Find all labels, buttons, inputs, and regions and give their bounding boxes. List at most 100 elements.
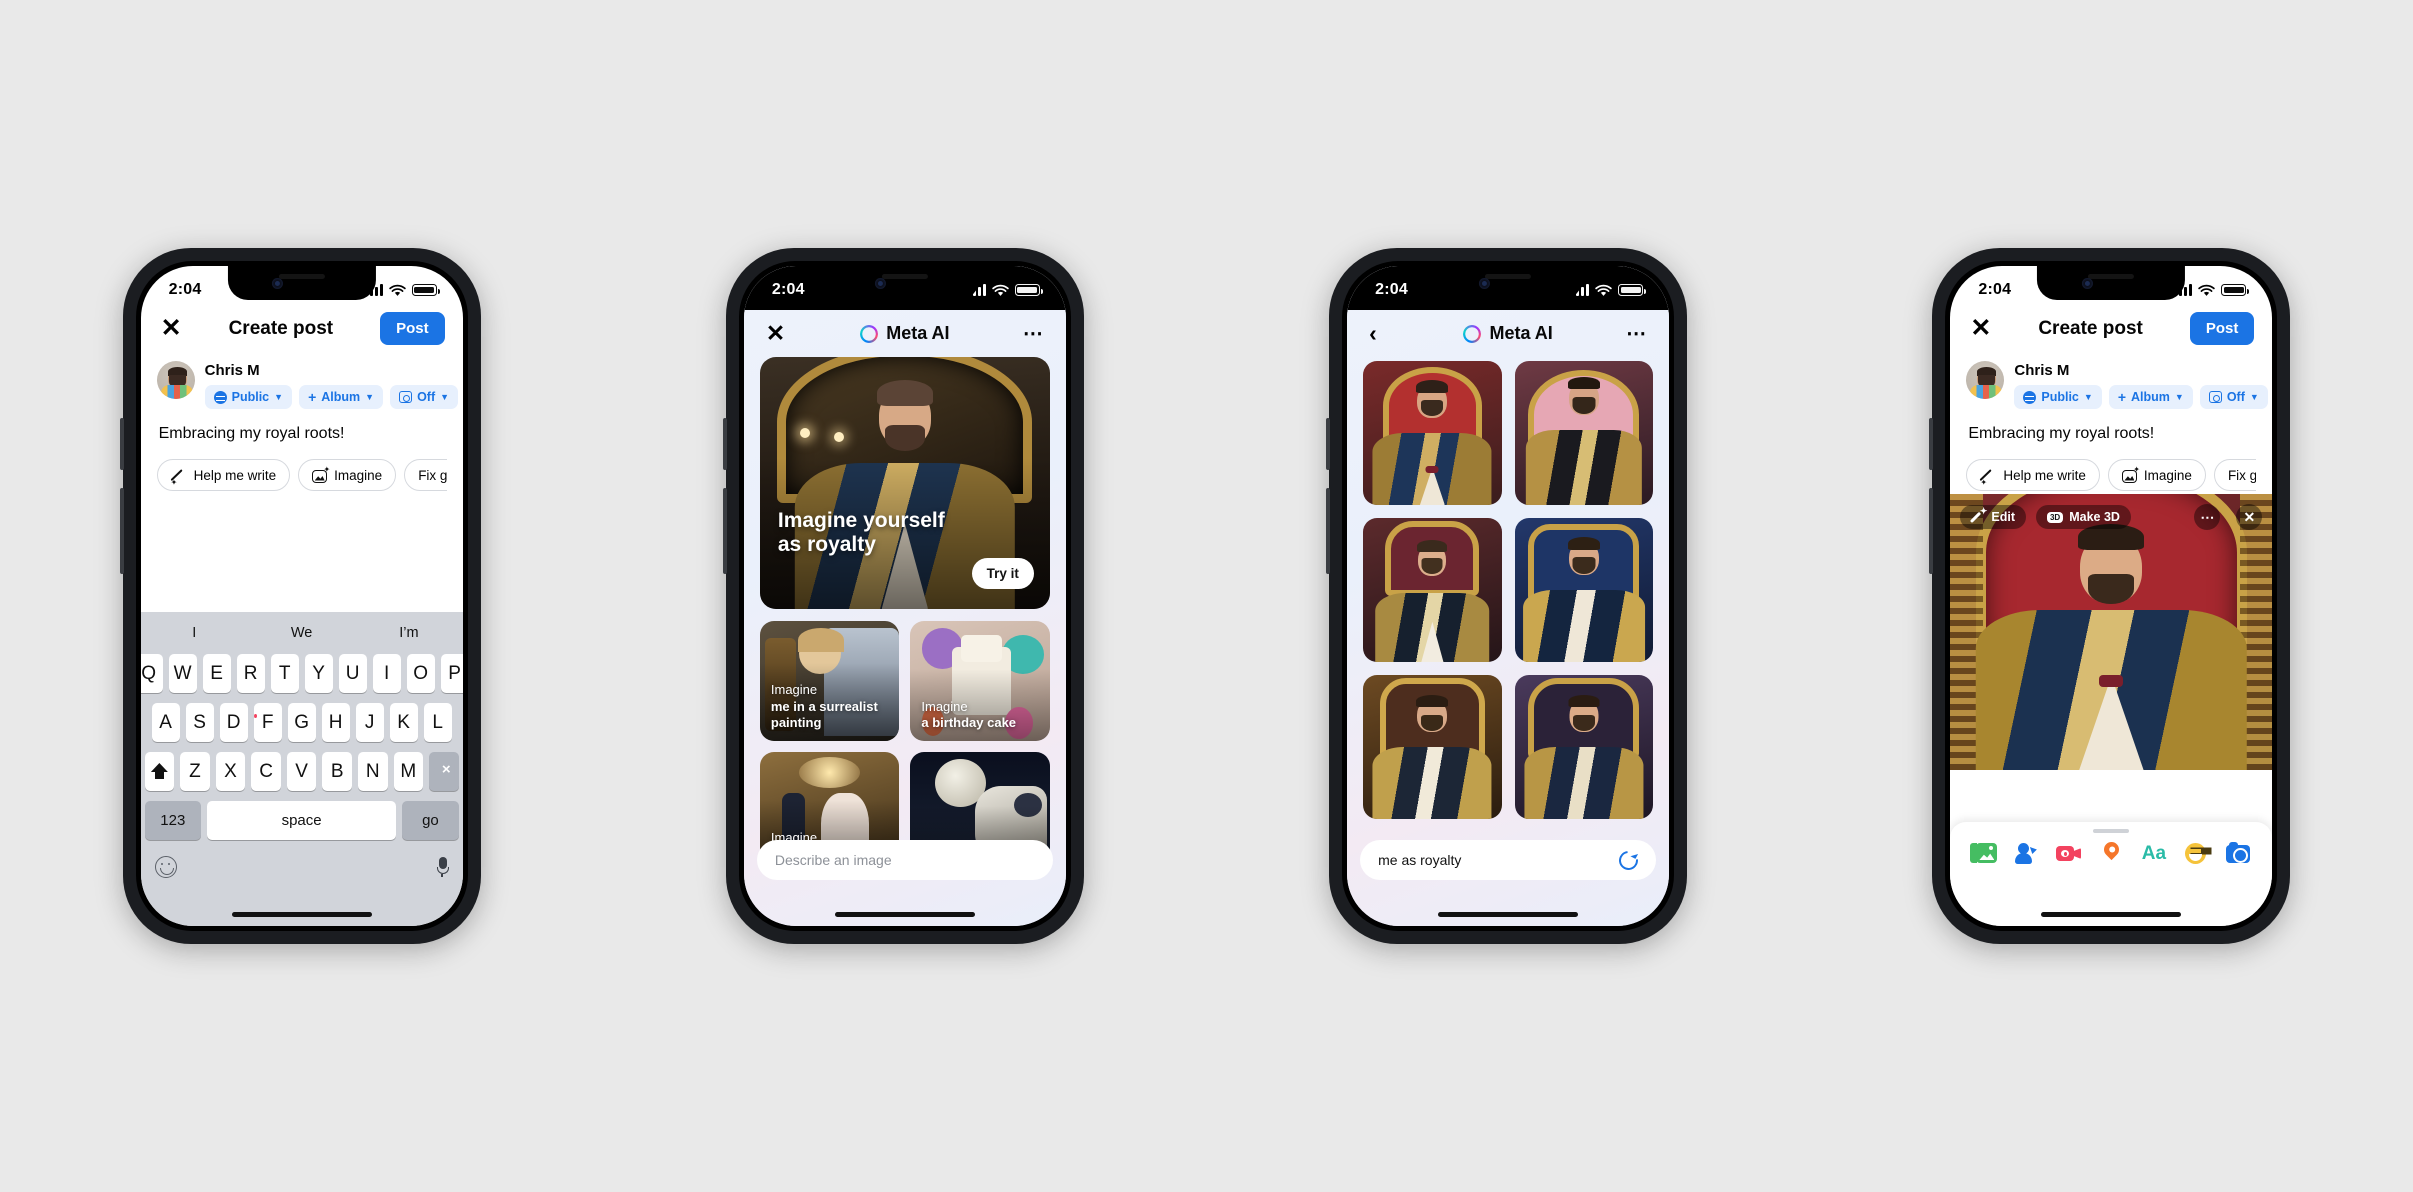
key-e[interactable]: E <box>202 654 231 693</box>
live-video-icon[interactable] <box>2055 841 2082 866</box>
result-image-4[interactable] <box>1514 518 1654 662</box>
pill-fix-grammar[interactable]: Fix grammar <box>404 459 447 491</box>
location-icon[interactable] <box>2098 838 2125 866</box>
numbers-key[interactable]: 123 <box>144 801 202 840</box>
phone-3-screen: 2:04 ‹ Meta AI ⋯ me as royalty <box>1347 266 1670 926</box>
notch <box>1434 266 1583 300</box>
key-h[interactable]: H <box>321 703 350 742</box>
prediction-1[interactable]: I <box>141 625 248 641</box>
close-icon[interactable]: ✕ <box>1970 316 1991 341</box>
text-style-icon[interactable]: Aa <box>2140 841 2167 866</box>
pill-help-me-write[interactable]: Help me write <box>156 459 291 491</box>
key-n[interactable]: N <box>357 752 388 791</box>
prediction-3[interactable]: I’m <box>355 625 462 641</box>
microphone-icon[interactable] <box>436 857 449 877</box>
key-l[interactable]: L <box>423 703 452 742</box>
make-3d-button[interactable]: 3D Make 3D <box>2035 505 2131 529</box>
chip-camera-off[interactable]: Off ▼ <box>2199 385 2268 409</box>
emoji-icon[interactable] <box>154 856 177 878</box>
result-image-2[interactable] <box>1514 361 1654 505</box>
result-image-5[interactable] <box>1363 675 1502 819</box>
key-w[interactable]: W <box>168 654 197 693</box>
key-g[interactable]: G <box>287 703 316 742</box>
describe-image-placeholder: Describe an image <box>774 852 892 868</box>
shift-key[interactable] <box>144 752 175 791</box>
post-text[interactable]: Embracing my royal roots! <box>157 409 447 443</box>
key-f[interactable]: F <box>253 703 282 742</box>
prediction-2[interactable]: We <box>248 625 355 641</box>
key-z[interactable]: Z <box>180 752 210 791</box>
key-v[interactable]: V <box>286 752 317 791</box>
tile-surrealist-painting[interactable]: Imagine me in a surrealist painting <box>759 621 900 741</box>
pill-fix-grammar[interactable]: Fix grammar <box>2213 459 2257 491</box>
post-button[interactable]: Post <box>380 312 445 345</box>
try-it-button[interactable]: Try it <box>971 558 1034 589</box>
refresh-icon[interactable] <box>1615 846 1642 874</box>
more-options-icon[interactable]: ⋯ <box>2194 504 2221 530</box>
pill-imagine[interactable]: ✦ Imagine <box>2107 459 2206 491</box>
key-u[interactable]: U <box>338 654 367 693</box>
feeling-icon[interactable] <box>2183 841 2210 866</box>
attached-image-container[interactable]: Edit 3D Make 3D ⋯ ✕ <box>1950 494 2273 770</box>
key-d[interactable]: D <box>219 703 248 742</box>
key-o[interactable]: O <box>406 654 435 693</box>
post-text[interactable]: Embracing my royal roots! <box>1966 409 2256 443</box>
avatar[interactable] <box>1966 361 2005 399</box>
attached-image <box>1950 494 2273 770</box>
key-c[interactable]: C <box>251 752 281 791</box>
home-indicator <box>1438 912 1579 917</box>
hero-card-imagine-royalty[interactable]: Imagine yourself as royalty Try it <box>759 357 1050 609</box>
key-m[interactable]: M <box>393 752 424 791</box>
photos-icon[interactable] <box>1970 841 1998 866</box>
camera-icon[interactable] <box>2225 841 2252 866</box>
result-image-3[interactable] <box>1363 518 1502 662</box>
more-options-icon[interactable]: ⋯ <box>1617 324 1647 344</box>
backspace-key[interactable] <box>429 752 459 791</box>
result-image-1[interactable] <box>1363 361 1502 505</box>
go-key[interactable]: go <box>402 801 459 840</box>
key-y[interactable]: Y <box>304 654 333 693</box>
key-q[interactable]: Q <box>140 654 163 693</box>
key-r[interactable]: R <box>236 654 265 693</box>
result-image-6[interactable] <box>1514 675 1654 819</box>
back-chevron-icon[interactable]: ‹ <box>1369 322 1399 345</box>
key-t[interactable]: T <box>270 654 299 693</box>
key-j[interactable]: J <box>355 703 384 742</box>
chevron-down-icon: ▼ <box>440 392 450 402</box>
avatar[interactable] <box>156 361 195 399</box>
key-s[interactable]: S <box>185 703 214 742</box>
key-a[interactable]: A <box>151 703 180 742</box>
tile-prefix: Imagine <box>770 682 818 698</box>
more-options-icon[interactable]: ⋯ <box>1014 324 1044 344</box>
pill-label: Fix grammar <box>2227 467 2257 483</box>
tag-people-icon[interactable] <box>2013 841 2040 866</box>
wifi-icon <box>992 284 1009 296</box>
key-x[interactable]: X <box>215 752 246 791</box>
key-p[interactable]: P <box>440 654 463 693</box>
remove-image-close-icon[interactable]: ✕ <box>2236 504 2263 530</box>
key-k[interactable]: K <box>389 703 418 742</box>
tile-birthday-cake[interactable]: Imagine a birthday cake <box>910 621 1050 741</box>
chip-public[interactable]: Public ▼ <box>2014 385 2102 409</box>
keyboard-row-2: A S D F G H J K L <box>141 703 463 742</box>
chip-album[interactable]: + Album ▼ <box>299 385 384 409</box>
chip-public[interactable]: Public ▼ <box>204 385 293 409</box>
status-time: 2:04 <box>771 281 805 298</box>
close-icon[interactable]: ✕ <box>766 322 796 345</box>
close-icon[interactable]: ✕ <box>161 316 182 341</box>
chip-album[interactable]: + Album ▼ <box>2108 385 2193 409</box>
prompt-input[interactable]: me as royalty <box>1360 840 1657 880</box>
meta-ai-header: ✕ Meta AI ⋯ <box>744 310 1066 357</box>
space-key[interactable]: space <box>207 801 397 840</box>
describe-image-input[interactable]: Describe an image <box>756 840 1053 880</box>
tile-text: a birthday cake <box>921 714 1017 730</box>
chip-public-label: Public <box>231 390 270 404</box>
pill-help-me-write[interactable]: Help me write <box>1966 459 2100 491</box>
pill-imagine[interactable]: ✦ Imagine <box>298 459 397 491</box>
tile-caption: Imagine a birthday cake <box>921 699 1040 732</box>
chip-camera-off[interactable]: Off ▼ <box>390 385 459 409</box>
post-button[interactable]: Post <box>2189 312 2255 345</box>
key-i[interactable]: I <box>372 654 401 693</box>
edit-button[interactable]: Edit <box>1960 505 2026 529</box>
key-b[interactable]: B <box>322 752 352 791</box>
